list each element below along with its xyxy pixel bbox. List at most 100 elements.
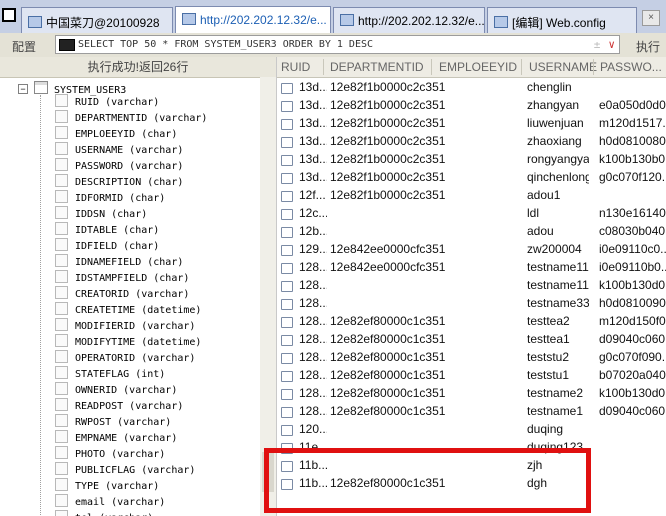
table-cell[interactable]: k100b130d0... <box>599 386 666 400</box>
table-cell[interactable]: duqing <box>527 422 589 436</box>
tree-column-item[interactable]: IDFORMID (char) <box>55 190 165 206</box>
tree-column-item[interactable]: PUBLICFLAG (varchar) <box>55 462 195 478</box>
table-row[interactable]: 128... 12e842ee0000cfc351 testname112 i0e09… <box>277 259 666 277</box>
sql-history-controls[interactable]: ± ∨ <box>594 36 615 53</box>
table-cell[interactable]: 12e82ef80000c1c351 <box>330 368 520 382</box>
table-row[interactable]: 128... 12e82ef80000c1c351 testname2 k100b13… <box>277 385 666 403</box>
table-row[interactable]: 13d... 12e82f1b0000c2c351 zhangyan e0a050d0… <box>277 97 666 115</box>
tree-column-item[interactable]: IDNAMEFIELD (char) <box>55 254 183 270</box>
table-cell[interactable]: 13d... <box>299 134 327 148</box>
table-cell[interactable]: 13d... <box>299 98 327 112</box>
table-row[interactable]: 128... 12e82ef80000c1c351 testtea1 d09040c0… <box>277 331 666 349</box>
table-cell[interactable]: 128... <box>299 314 327 328</box>
close-icon[interactable]: × <box>642 10 660 26</box>
table-cell[interactable]: testtea2 <box>527 314 589 328</box>
tree-column-item[interactable]: MODIFYTIME (datetime) <box>55 334 201 350</box>
table-cell[interactable]: 12e82ef80000c1c351 <box>330 386 520 400</box>
table-cell[interactable]: ldl <box>527 206 589 220</box>
table-cell[interactable]: m120d1517... <box>599 116 666 130</box>
table-cell[interactable]: testname112 <box>527 260 589 274</box>
tree-column-item[interactable]: CREATETIME (datetime) <box>55 302 201 318</box>
table-row[interactable]: 128... 12e82ef80000c1c351 testname1 d09040c… <box>277 403 666 421</box>
table-row[interactable]: 129... 12e842ee0000cfc351 zw200004 i0e09110… <box>277 241 666 259</box>
header-departmentid[interactable]: DEPARTMENTID <box>330 60 424 74</box>
tree-column-item[interactable]: CREATORID (varchar) <box>55 286 189 302</box>
tree-column-item[interactable]: PHOTO (varchar) <box>55 446 165 462</box>
tree-column-item[interactable]: RUID (varchar) <box>55 94 159 110</box>
table-cell[interactable]: h0d0810080... <box>599 134 666 148</box>
table-cell[interactable]: adou1 <box>527 188 589 202</box>
table-cell[interactable]: 13d... <box>299 152 327 166</box>
table-cell[interactable]: chenglin <box>527 80 589 94</box>
header-ruid[interactable]: RUID <box>281 60 310 74</box>
table-cell[interactable]: rongyangyang <box>527 152 589 166</box>
table-cell[interactable]: d09040c060... <box>599 332 666 346</box>
table-row[interactable]: 120... duqing <box>277 421 666 439</box>
scroll-arrows-icon[interactable]: ± <box>594 38 601 51</box>
execute-button[interactable]: 执行 <box>636 38 660 55</box>
table-cell[interactable]: 12e82f1b0000c2c351 <box>330 170 520 184</box>
tree-column-item[interactable]: IDTABLE (char) <box>55 222 159 238</box>
table-row[interactable]: 12c... ldl n130e16140... <box>277 205 666 223</box>
table-cell[interactable]: 128... <box>299 332 327 346</box>
table-cell[interactable]: 12e842ee0000cfc351 <box>330 242 520 256</box>
tab-filemanager[interactable]: http://202.202.12.32/e... <box>333 7 485 33</box>
table-cell[interactable]: 12e82f1b0000c2c351 <box>330 188 520 202</box>
table-row[interactable]: 12b... adou c08030b040... <box>277 223 666 241</box>
tab-caidao[interactable]: 中国菜刀@20100928 <box>21 7 173 33</box>
config-button[interactable]: 配置 <box>12 38 36 55</box>
tree-column-item[interactable]: USERNAME (varchar) <box>55 142 183 158</box>
table-cell[interactable]: 128... <box>299 404 327 418</box>
table-cell[interactable]: 12e82ef80000c1c351 <box>330 314 520 328</box>
table-cell[interactable]: testname1 <box>527 404 589 418</box>
table-row[interactable]: 128... 12e82ef80000c1c351 teststu2 g0c070f0… <box>277 349 666 367</box>
tree-column-item[interactable]: RWPOST (varchar) <box>55 414 171 430</box>
table-cell[interactable]: 128... <box>299 296 327 310</box>
table-cell[interactable]: n130e16140... <box>599 206 666 220</box>
table-cell[interactable]: 12e82f1b0000c2c351 <box>330 80 520 94</box>
table-row[interactable]: 128... testname111 k100b130d0... <box>277 277 666 295</box>
table-cell[interactable]: b07020a040... <box>599 368 666 382</box>
table-cell[interactable]: 12e82ef80000c1c351 <box>330 350 520 364</box>
table-cell[interactable]: zhaoxiang <box>527 134 589 148</box>
table-row[interactable]: 13d... 12e82f1b0000c2c351 liuwenjuan m120d1… <box>277 115 666 133</box>
table-cell[interactable]: testname2 <box>527 386 589 400</box>
table-cell[interactable]: g0c070f090... <box>599 350 666 364</box>
tree-column-item[interactable]: IDSTAMPFIELD (char) <box>55 270 189 286</box>
tree-column-item[interactable]: tel (varchar) <box>55 510 153 516</box>
tree-column-item[interactable]: DEPARTMENTID (varchar) <box>55 110 207 126</box>
chevron-down-icon[interactable]: ∨ <box>608 38 615 51</box>
table-cell[interactable]: m120d150f0... <box>599 314 666 328</box>
table-cell[interactable]: 13d... <box>299 170 327 184</box>
tab-database[interactable]: http://202.202.12.32/e... <box>175 6 331 33</box>
tree-column-item[interactable]: email (varchar) <box>55 494 165 510</box>
table-cell[interactable]: 128... <box>299 350 327 364</box>
table-cell[interactable]: i0e09110c0... <box>599 242 666 256</box>
table-cell[interactable]: 128... <box>299 386 327 400</box>
header-emploeeyid[interactable]: EMPLOEEYID <box>439 60 517 74</box>
table-cell[interactable]: liuwenjuan <box>527 116 589 130</box>
table-cell[interactable]: adou <box>527 224 589 238</box>
tree-column-item[interactable]: TYPE (varchar) <box>55 478 159 494</box>
table-cell[interactable]: zhangyan <box>527 98 589 112</box>
table-cell[interactable]: k100b130d0... <box>599 278 666 292</box>
tree-column-item[interactable]: OPERATORID (varchar) <box>55 350 195 366</box>
table-row[interactable]: 13d... 12e82f1b0000c2c351 chenglin <box>277 79 666 97</box>
table-cell[interactable]: e0a050d0d0... <box>599 98 666 112</box>
table-cell[interactable]: 120... <box>299 422 327 436</box>
table-cell[interactable]: testname33 <box>527 296 589 310</box>
table-cell[interactable]: g0c070f120... <box>599 170 666 184</box>
table-cell[interactable]: 13d... <box>299 116 327 130</box>
table-cell[interactable]: zw200004 <box>527 242 589 256</box>
table-cell[interactable]: testname111 <box>527 278 589 292</box>
table-cell[interactable]: 12e82ef80000c1c351 <box>330 332 520 346</box>
table-cell[interactable]: qinchenlong <box>527 170 589 184</box>
table-cell[interactable]: 12c... <box>299 206 327 220</box>
tree-column-item[interactable]: EMPLOEEYID (char) <box>55 126 177 142</box>
table-cell[interactable]: 128... <box>299 278 327 292</box>
table-cell[interactable]: 128... <box>299 368 327 382</box>
sql-query-input[interactable]: SELECT TOP 50 * FROM SYSTEM_USER3 ORDER … <box>55 35 620 54</box>
tree-column-item[interactable]: STATEFLAG (int) <box>55 366 165 382</box>
collapse-icon[interactable]: − <box>18 84 28 94</box>
table-cell[interactable]: 12e842ee0000cfc351 <box>330 260 520 274</box>
